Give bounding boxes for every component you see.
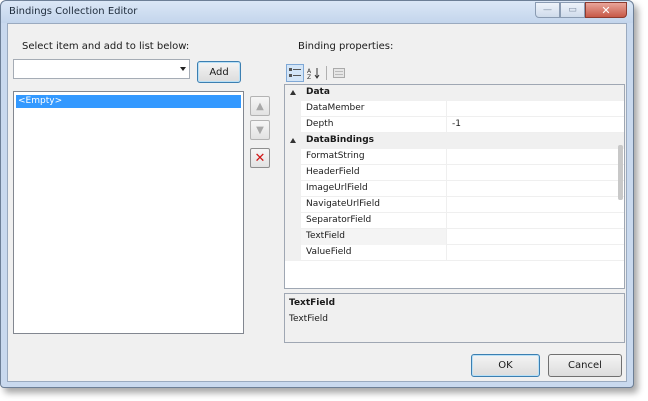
maximize-icon: ▭ bbox=[568, 5, 577, 15]
property-row-textfield[interactable]: TextField bbox=[285, 229, 624, 245]
property-name: ImageUrlField bbox=[306, 183, 368, 193]
window-controls: — ▭ ✕ bbox=[535, 2, 627, 18]
property-pages-button[interactable] bbox=[330, 64, 348, 82]
property-row-valuefield[interactable]: ValueField bbox=[285, 245, 624, 261]
property-row-datamember[interactable]: DataMember bbox=[285, 101, 624, 117]
property-grid-scrollbar-thumb[interactable] bbox=[618, 145, 623, 200]
description-title: TextField bbox=[289, 298, 336, 308]
red-x-icon: ✕ bbox=[254, 150, 266, 166]
svg-text:Z: Z bbox=[307, 74, 311, 79]
alphabetical-button[interactable]: A Z bbox=[305, 64, 323, 82]
property-grid-toolbar: A Z bbox=[284, 64, 352, 82]
row-gutter bbox=[285, 117, 301, 133]
property-row-separatorfield[interactable]: SeparatorField bbox=[285, 213, 624, 229]
property-name: ValueField bbox=[306, 247, 352, 257]
row-gutter bbox=[285, 197, 301, 213]
bindings-list[interactable]: <Empty> bbox=[13, 91, 244, 334]
window-title: Bindings Collection Editor bbox=[9, 6, 138, 17]
property-name: NavigateUrlField bbox=[306, 199, 380, 209]
maximize-button[interactable]: ▭ bbox=[560, 2, 585, 18]
cancel-button[interactable]: Cancel bbox=[548, 354, 622, 377]
property-row-headerfield[interactable]: HeaderField bbox=[285, 165, 624, 181]
property-name: SeparatorField bbox=[306, 215, 372, 225]
up-arrow-icon: ▲ bbox=[256, 100, 264, 112]
binding-properties-label: Binding properties: bbox=[298, 41, 394, 52]
categorized-button[interactable] bbox=[286, 64, 304, 82]
dialog-client-area: Select item and add to list below: Add <… bbox=[7, 23, 627, 382]
collapse-icon[interactable] bbox=[290, 138, 296, 143]
property-row-imageurlfield[interactable]: ImageUrlField bbox=[285, 181, 624, 197]
categorized-icon bbox=[289, 68, 301, 77]
title-bar[interactable]: Bindings Collection Editor — ▭ ✕ bbox=[1, 1, 633, 23]
property-row-formatstring[interactable]: FormatString bbox=[285, 149, 624, 165]
category-name: Data bbox=[306, 87, 330, 97]
property-name: TextField bbox=[306, 231, 345, 241]
row-gutter bbox=[285, 213, 301, 229]
property-name: HeaderField bbox=[306, 167, 360, 177]
property-value[interactable]: -1 bbox=[452, 119, 461, 129]
property-name: FormatString bbox=[306, 151, 365, 161]
property-pages-icon bbox=[333, 68, 345, 78]
alphabetical-sort-icon: A Z bbox=[307, 68, 320, 79]
property-description-panel: TextField TextField bbox=[284, 293, 625, 343]
category-name: DataBindings bbox=[306, 135, 375, 145]
select-item-label: Select item and add to list below: bbox=[22, 41, 190, 52]
property-row-navigateurlfield[interactable]: NavigateUrlField bbox=[285, 197, 624, 213]
property-grid[interactable]: Data DataMember Depth -1 DataBindings Fo… bbox=[284, 84, 625, 289]
chevron-down-icon[interactable] bbox=[180, 67, 186, 71]
minimize-icon: — bbox=[543, 5, 552, 15]
row-gutter bbox=[285, 165, 301, 181]
move-up-button[interactable]: ▲ bbox=[250, 96, 270, 116]
item-type-combo[interactable] bbox=[13, 59, 190, 79]
down-arrow-icon: ▼ bbox=[256, 124, 264, 136]
row-gutter bbox=[285, 245, 301, 261]
property-name: DataMember bbox=[306, 103, 365, 113]
close-icon: ✕ bbox=[601, 3, 611, 17]
category-data[interactable]: Data bbox=[285, 85, 624, 101]
minimize-button[interactable]: — bbox=[535, 2, 560, 18]
toolbar-separator bbox=[326, 66, 327, 80]
delete-button[interactable]: ✕ bbox=[250, 148, 270, 168]
row-gutter bbox=[285, 101, 301, 117]
bindings-collection-editor-window: Bindings Collection Editor — ▭ ✕ Select … bbox=[0, 0, 634, 388]
description-text: TextField bbox=[289, 314, 328, 324]
add-button[interactable]: Add bbox=[197, 61, 241, 83]
list-item[interactable]: <Empty> bbox=[16, 95, 241, 108]
property-name: Depth bbox=[306, 119, 334, 129]
ok-button[interactable]: OK bbox=[471, 354, 540, 377]
property-row-depth[interactable]: Depth -1 bbox=[285, 117, 624, 133]
collapse-icon[interactable] bbox=[290, 90, 296, 95]
row-gutter bbox=[285, 149, 301, 165]
category-databindings[interactable]: DataBindings bbox=[285, 133, 624, 149]
row-gutter bbox=[285, 229, 301, 245]
row-gutter bbox=[285, 181, 301, 197]
close-button[interactable]: ✕ bbox=[585, 2, 627, 18]
move-down-button[interactable]: ▼ bbox=[250, 120, 270, 140]
